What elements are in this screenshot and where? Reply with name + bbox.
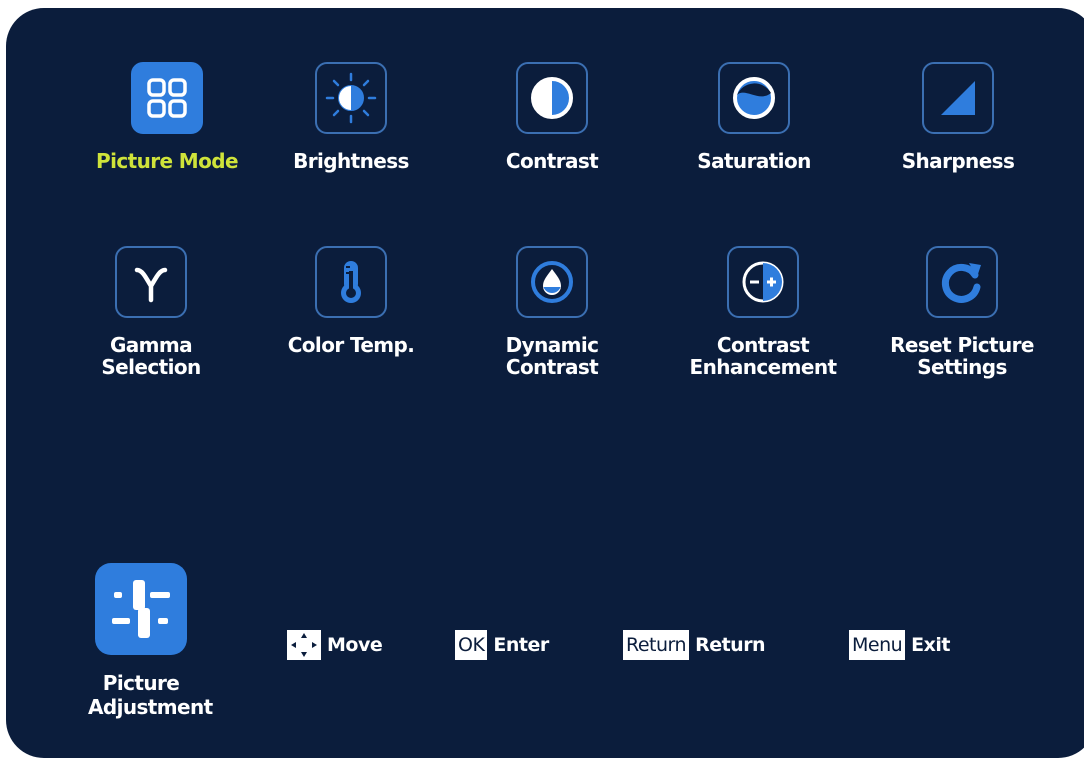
hint-exit: Menu Exit (849, 630, 951, 660)
menu-item-label: Saturation (697, 149, 811, 173)
category-label: Picture Adjustment (88, 671, 213, 719)
reset-icon (926, 246, 998, 318)
minus-plus-icon (727, 246, 799, 318)
menu-item-label: Brightness (293, 149, 409, 173)
ok-key: OK (455, 630, 488, 660)
grid-icon (131, 62, 203, 134)
gamma-icon (115, 246, 187, 318)
half-circle-icon (516, 62, 588, 134)
menu-item-label: Contrast Enhancement (689, 333, 838, 379)
menu-item-contrast[interactable]: Contrast (457, 62, 647, 172)
drop-icon (516, 246, 588, 318)
saturation-icon (718, 62, 790, 134)
menu-item-brightness[interactable]: Brightness (256, 62, 446, 172)
hint-action: Exit (911, 634, 951, 656)
hint-return: Return Return (623, 630, 766, 660)
menu-item-label: Gamma Selection (101, 333, 201, 379)
sliders-icon (95, 563, 187, 655)
menu-item-label: Contrast (505, 149, 599, 173)
hint-enter: OK Enter (455, 630, 549, 660)
menu-item-label: Picture Mode (96, 149, 238, 173)
menu-item-gamma-selection[interactable]: Gamma Selection (56, 246, 246, 378)
menu-item-picture-mode[interactable]: Picture Mode (72, 62, 262, 172)
menu-item-sharpness[interactable]: Sharpness (863, 62, 1053, 172)
menu-item-contrast-enhancement[interactable]: Contrast Enhancement (668, 246, 858, 378)
hint-action: Return (695, 634, 766, 656)
menu-item-label: Dynamic Contrast (505, 333, 599, 379)
menu-item-label: Reset Picture Settings (890, 333, 1034, 379)
menu-item-dynamic-contrast[interactable]: Dynamic Contrast (457, 246, 647, 378)
menu-item-label: Color Temp. (287, 333, 415, 357)
menu-item-reset-picture-settings[interactable]: Reset Picture Settings (867, 246, 1057, 378)
menu-item-saturation[interactable]: Saturation (659, 62, 849, 172)
thermometer-icon (315, 246, 387, 318)
picture-adjustment-category: Picture Adjustment (88, 563, 213, 719)
hint-action: Move (327, 634, 383, 656)
hint-move: Move (287, 630, 383, 660)
hint-action: Enter (493, 634, 549, 656)
return-key: Return (623, 630, 690, 660)
menu-key: Menu (849, 630, 906, 660)
picture-settings-menu: Picture Mode Brightness Contrast Saturat… (6, 8, 1084, 758)
menu-item-color-temp[interactable]: Color Temp. (256, 246, 446, 356)
dpad-icon (287, 630, 321, 660)
sun-icon (315, 62, 387, 134)
menu-item-label: Sharpness (901, 149, 1015, 173)
triangle-icon (922, 62, 994, 134)
